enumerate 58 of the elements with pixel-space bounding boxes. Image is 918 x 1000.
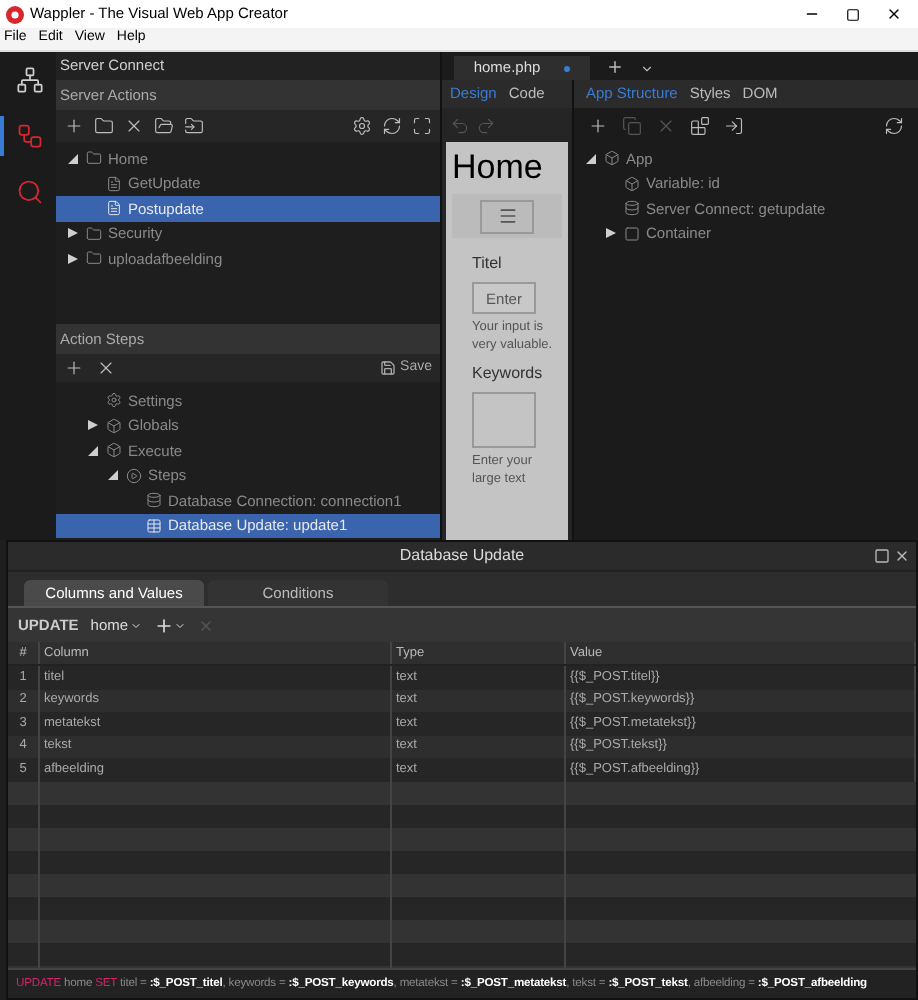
field-label: Titel bbox=[472, 252, 504, 276]
folder-icon bbox=[86, 225, 102, 242]
maximize-icon[interactable] bbox=[846, 7, 860, 21]
add-column-button[interactable] bbox=[154, 615, 187, 635]
delete-icon[interactable] bbox=[124, 116, 144, 136]
fullscreen-icon[interactable] bbox=[412, 116, 432, 136]
gear-icon bbox=[106, 392, 122, 409]
menu-icon bbox=[497, 206, 517, 226]
folder-icon bbox=[86, 150, 102, 167]
expanded-caret-icon[interactable] bbox=[67, 153, 77, 164]
play-icon bbox=[126, 467, 142, 484]
flow-icon bbox=[16, 122, 44, 150]
square-icon bbox=[624, 225, 640, 242]
database-icon bbox=[624, 200, 640, 217]
delete-icon[interactable] bbox=[96, 358, 116, 378]
cube-icon bbox=[624, 175, 640, 192]
collapsed-caret-icon[interactable] bbox=[67, 253, 77, 264]
cube-icon bbox=[604, 150, 620, 167]
add-icon bbox=[154, 615, 175, 635]
folder-icon bbox=[86, 250, 102, 267]
chevron-down-icon[interactable] bbox=[640, 62, 654, 76]
page-heading: Home bbox=[452, 148, 545, 188]
search-icon bbox=[16, 178, 44, 206]
refresh-icon[interactable] bbox=[382, 116, 402, 136]
add-icon[interactable] bbox=[64, 116, 84, 136]
caret-icon bbox=[130, 619, 143, 631]
add-icon[interactable] bbox=[64, 358, 84, 378]
menu-toggle-button[interactable] bbox=[480, 199, 534, 233]
add-icon[interactable] bbox=[588, 115, 608, 135]
collapsed-caret-icon[interactable] bbox=[67, 228, 77, 239]
collapsed-caret-icon[interactable] bbox=[605, 228, 615, 239]
blocks-icon[interactable] bbox=[690, 115, 710, 135]
app-logo-icon bbox=[6, 5, 24, 23]
close-icon[interactable] bbox=[886, 6, 902, 22]
folder-icon[interactable] bbox=[94, 116, 114, 136]
textarea-field[interactable] bbox=[472, 392, 536, 448]
folder-open-icon[interactable] bbox=[154, 116, 174, 136]
new-tab-icon[interactable] bbox=[606, 58, 624, 76]
settings-icon[interactable] bbox=[352, 116, 372, 136]
save-icon bbox=[380, 360, 397, 376]
folder-import-icon[interactable] bbox=[184, 116, 204, 136]
sitemap-icon bbox=[16, 66, 44, 94]
refresh-icon[interactable] bbox=[884, 115, 904, 135]
expanded-caret-icon[interactable] bbox=[87, 445, 97, 456]
arrow-into-bar-icon[interactable] bbox=[724, 115, 744, 135]
collapsed-caret-icon[interactable] bbox=[87, 420, 97, 431]
document-icon bbox=[106, 200, 122, 217]
caret-icon bbox=[174, 619, 187, 631]
cube-icon bbox=[106, 417, 122, 434]
expanded-caret-icon[interactable] bbox=[585, 153, 595, 164]
field-label: Keywords bbox=[472, 362, 545, 386]
cube-icon bbox=[106, 442, 122, 459]
database-icon bbox=[146, 492, 162, 509]
table-icon bbox=[146, 517, 162, 534]
expanded-caret-icon[interactable] bbox=[107, 470, 117, 481]
close-icon[interactable] bbox=[894, 548, 910, 564]
dialog-title: Database Update bbox=[399, 544, 525, 568]
document-icon bbox=[106, 175, 122, 192]
